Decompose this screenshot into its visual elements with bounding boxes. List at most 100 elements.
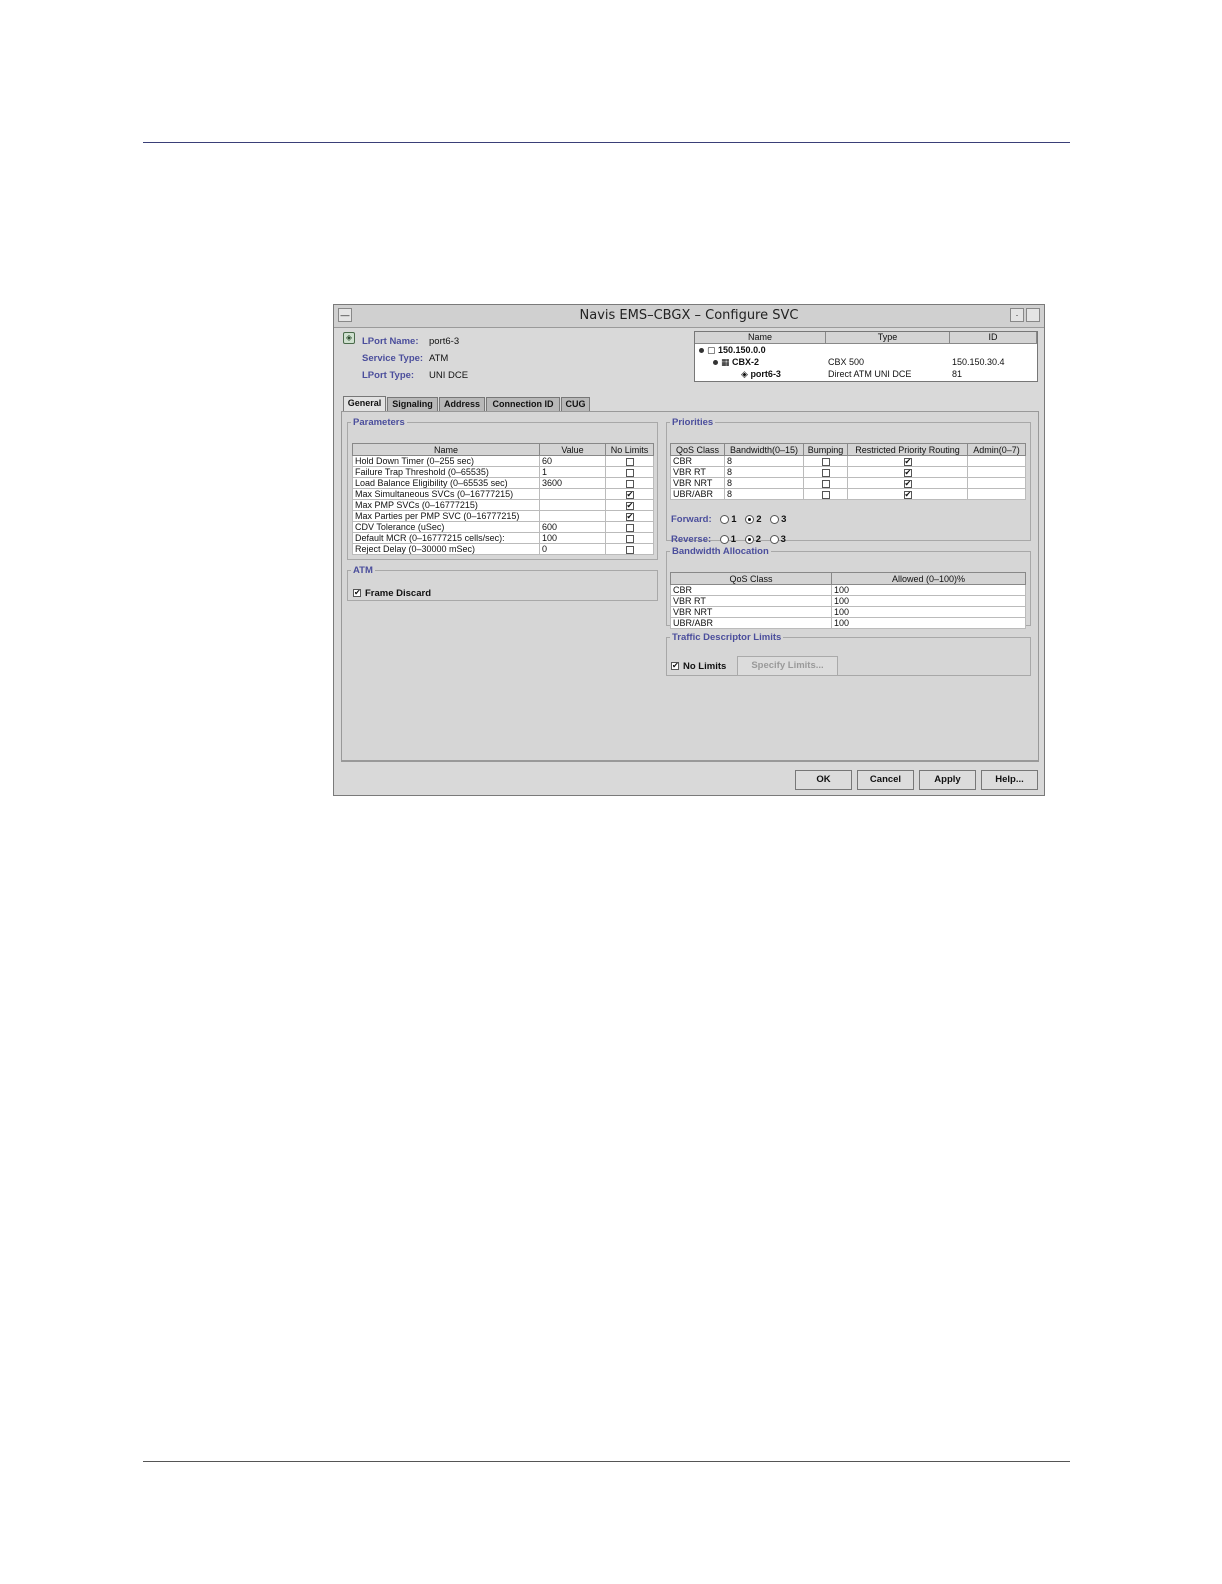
bw-allowed-cell[interactable]: 100 bbox=[831, 606, 1026, 618]
tree-row-network[interactable]: ▢ 150.150.0.0 bbox=[699, 345, 766, 356]
param-name-cell[interactable]: CDV Tolerance (uSec) bbox=[352, 521, 540, 533]
tab-cug[interactable]: CUG bbox=[561, 397, 590, 411]
prio-rpr-cell[interactable]: ✔ bbox=[847, 477, 968, 489]
table-row[interactable]: UBR/ABR 100 bbox=[670, 617, 1026, 629]
tree-header-name[interactable]: Name bbox=[695, 332, 826, 344]
prio-qos-cell[interactable]: CBR bbox=[670, 455, 725, 467]
minimize-icon[interactable]: · bbox=[1010, 308, 1024, 322]
title-bar[interactable]: — Navis EMS–CBGX – Configure SVC · bbox=[334, 305, 1044, 328]
no-limits-checkbox[interactable] bbox=[625, 479, 634, 488]
param-value-cell[interactable]: 600 bbox=[539, 521, 606, 533]
prio-bumping-cell[interactable] bbox=[803, 477, 848, 489]
param-no-limits-cell[interactable] bbox=[605, 455, 654, 467]
specify-limits-button[interactable]: Specify Limits... bbox=[737, 656, 838, 676]
no-limits-checkbox[interactable]: ✔ bbox=[625, 490, 634, 499]
tab-signaling[interactable]: Signaling bbox=[387, 397, 438, 411]
bw-header-allowed[interactable]: Allowed (0–100)% bbox=[831, 572, 1026, 585]
parameters-table[interactable]: Name Value No Limits Hold Down Timer (0–… bbox=[352, 443, 654, 555]
reverse-radio-3[interactable] bbox=[769, 534, 779, 544]
param-header-name[interactable]: Name bbox=[352, 443, 540, 456]
tab-address[interactable]: Address bbox=[439, 397, 485, 411]
bumping-checkbox[interactable] bbox=[821, 468, 830, 477]
param-value-cell[interactable]: 3600 bbox=[539, 477, 606, 489]
rpr-checkbox[interactable]: ✔ bbox=[903, 490, 912, 499]
prio-qos-cell[interactable]: VBR RT bbox=[670, 466, 725, 478]
table-row[interactable]: CBR 8 ✔ bbox=[670, 455, 1026, 467]
no-limits-checkbox[interactable] bbox=[625, 457, 634, 466]
param-no-limits-cell[interactable] bbox=[605, 477, 654, 489]
prio-admin-cell[interactable] bbox=[967, 477, 1026, 489]
bw-qos-cell[interactable]: CBR bbox=[670, 584, 832, 596]
no-limits-checkbox[interactable]: ✔ bbox=[671, 662, 679, 670]
prio-bandwidth-cell[interactable]: 8 bbox=[724, 455, 804, 467]
reverse-radio-1[interactable] bbox=[719, 534, 729, 544]
param-value-cell[interactable] bbox=[539, 499, 606, 511]
bw-allowed-cell[interactable]: 100 bbox=[831, 584, 1026, 596]
param-no-limits-cell[interactable]: ✔ bbox=[605, 510, 654, 522]
prio-header-bandwidth[interactable]: Bandwidth(0–15) bbox=[724, 443, 804, 456]
prio-rpr-cell[interactable]: ✔ bbox=[847, 488, 968, 500]
table-row[interactable]: Failure Trap Threshold (0–65535) 1 bbox=[352, 466, 654, 478]
param-value-cell[interactable]: 1 bbox=[539, 466, 606, 478]
tree-row-switch[interactable]: ▦ CBX-2 bbox=[713, 357, 759, 368]
no-limits-checkbox[interactable] bbox=[625, 523, 634, 532]
prio-header-qos[interactable]: QoS Class bbox=[670, 443, 725, 456]
priorities-table[interactable]: QoS Class Bandwidth(0–15) Bumping Restri… bbox=[670, 443, 1026, 500]
param-header-value[interactable]: Value bbox=[539, 443, 606, 456]
no-limits-checkbox[interactable] bbox=[625, 534, 634, 543]
tree-row-port[interactable]: ◈ port6-3 bbox=[741, 369, 781, 380]
apply-button[interactable]: Apply bbox=[919, 770, 976, 790]
table-row[interactable]: UBR/ABR 8 ✔ bbox=[670, 488, 1026, 500]
tree-expand-icon[interactable] bbox=[713, 360, 718, 365]
table-row[interactable]: CBR 100 bbox=[670, 584, 1026, 596]
table-row[interactable]: Load Balance Eligibility (0–65535 sec) 36… bbox=[352, 477, 654, 489]
param-value-cell[interactable] bbox=[539, 488, 606, 500]
bw-qos-cell[interactable]: VBR RT bbox=[670, 595, 832, 607]
prio-bumping-cell[interactable] bbox=[803, 488, 848, 500]
prio-admin-cell[interactable] bbox=[967, 455, 1026, 467]
table-row[interactable]: VBR RT 100 bbox=[670, 595, 1026, 607]
prio-bumping-cell[interactable] bbox=[803, 466, 848, 478]
table-row[interactable]: Hold Down Timer (0–255 sec) 60 bbox=[352, 455, 654, 467]
rpr-checkbox[interactable]: ✔ bbox=[903, 457, 912, 466]
bw-header-qos[interactable]: QoS Class bbox=[670, 572, 832, 585]
forward-radio-3[interactable] bbox=[770, 514, 780, 524]
rpr-checkbox[interactable]: ✔ bbox=[903, 468, 912, 477]
no-limits-checkbox[interactable]: ✔ bbox=[625, 512, 634, 521]
table-row[interactable]: VBR RT 8 ✔ bbox=[670, 466, 1026, 478]
prio-qos-cell[interactable]: UBR/ABR bbox=[670, 488, 725, 500]
param-no-limits-cell[interactable]: ✔ bbox=[605, 488, 654, 500]
prio-rpr-cell[interactable]: ✔ bbox=[847, 466, 968, 478]
prio-bandwidth-cell[interactable]: 8 bbox=[724, 477, 804, 489]
bw-allowed-cell[interactable]: 100 bbox=[831, 617, 1026, 629]
bumping-checkbox[interactable] bbox=[821, 457, 830, 466]
prio-rpr-cell[interactable]: ✔ bbox=[847, 455, 968, 467]
prio-admin-cell[interactable] bbox=[967, 488, 1026, 500]
maximize-icon[interactable] bbox=[1026, 308, 1040, 322]
frame-discard-checkbox[interactable]: ✔ bbox=[353, 589, 361, 597]
prio-bumping-cell[interactable] bbox=[803, 455, 848, 467]
table-row[interactable]: VBR NRT 100 bbox=[670, 606, 1026, 618]
cancel-button[interactable]: Cancel bbox=[857, 770, 914, 790]
ok-button[interactable]: OK bbox=[795, 770, 852, 790]
table-row[interactable]: Max PMP SVCs (0–16777215) ✔ bbox=[352, 499, 654, 511]
prio-header-rpr[interactable]: Restricted Priority Routing bbox=[847, 443, 968, 456]
bw-allowed-cell[interactable]: 100 bbox=[831, 595, 1026, 607]
param-name-cell[interactable]: Load Balance Eligibility (0–65535 sec) bbox=[352, 477, 540, 489]
table-row[interactable]: Max Simultaneous SVCs (0–16777215) ✔ bbox=[352, 488, 654, 500]
param-no-limits-cell[interactable] bbox=[605, 521, 654, 533]
table-row[interactable]: Reject Delay (0–30000 mSec) 0 bbox=[352, 543, 654, 555]
bandwidth-table[interactable]: QoS Class Allowed (0–100)% CBR 100 VBR RT 1… bbox=[670, 572, 1026, 629]
param-value-cell[interactable]: 0 bbox=[539, 543, 606, 555]
bumping-checkbox[interactable] bbox=[821, 479, 830, 488]
forward-radio-2[interactable] bbox=[745, 514, 755, 524]
help-button[interactable]: Help... bbox=[981, 770, 1038, 790]
rpr-checkbox[interactable]: ✔ bbox=[903, 479, 912, 488]
table-row[interactable]: Max Parties per PMP SVC (0–16777215) ✔ bbox=[352, 510, 654, 522]
param-header-no-limits[interactable]: No Limits bbox=[605, 443, 654, 456]
param-name-cell[interactable]: Failure Trap Threshold (0–65535) bbox=[352, 466, 540, 478]
param-no-limits-cell[interactable]: ✔ bbox=[605, 499, 654, 511]
tree-header-type[interactable]: Type bbox=[826, 332, 950, 344]
param-name-cell[interactable]: Max Parties per PMP SVC (0–16777215) bbox=[352, 510, 540, 522]
param-name-cell[interactable]: Default MCR (0–16777215 cells/sec): bbox=[352, 532, 540, 544]
